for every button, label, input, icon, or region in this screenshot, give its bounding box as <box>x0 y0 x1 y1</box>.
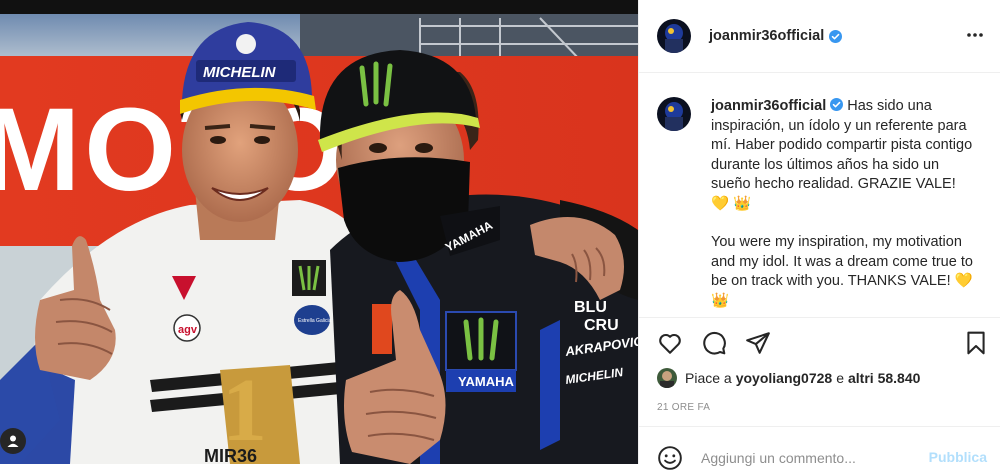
avatar-image <box>657 19 691 53</box>
avatar-image <box>657 368 677 388</box>
sleeve-cru: CRU <box>584 317 619 334</box>
comment-input[interactable] <box>701 449 911 467</box>
caption-body-1: Has sido una inspiración, un ídolo y un … <box>711 98 977 212</box>
liker-username[interactable]: yoyoliang0728 <box>736 370 833 386</box>
estrella-logo: Estrella Galicia <box>298 318 332 324</box>
agv-logo: agv <box>178 324 198 336</box>
liker-avatar[interactable] <box>657 368 677 388</box>
publish-button[interactable]: Pubblica <box>929 449 987 465</box>
post-actions <box>639 317 1000 366</box>
post-side-panel: joanmir36official joanmir36official Has … <box>638 0 1000 470</box>
user-tag-icon <box>7 435 19 447</box>
user-tag-button[interactable] <box>0 428 26 454</box>
photo-illustration: MOTO MICHELIN agv Estrella Galicia 1 MIR… <box>0 0 638 464</box>
caption-body-2: You were my inspiration, my motivation a… <box>711 234 977 309</box>
mir-text: MIR36 <box>204 446 257 464</box>
bookmark-icon[interactable] <box>963 330 989 356</box>
author-handle-text[interactable]: joanmir36official <box>709 28 824 44</box>
author-handle[interactable]: joanmir36official <box>709 28 843 44</box>
more-horizontal-icon <box>967 33 983 37</box>
caption-text: joanmir36official Has sido una inspiració… <box>711 97 977 311</box>
likes-conjunction: e <box>836 370 844 386</box>
cap-left-logo: MICHELIN <box>203 64 277 81</box>
caption: joanmir36official Has sido una inspiració… <box>639 73 1000 311</box>
paper-plane-icon[interactable] <box>745 330 771 356</box>
more-options-button[interactable] <box>963 23 987 47</box>
comment-bubble-icon[interactable] <box>701 330 727 356</box>
post-photo[interactable]: MOTO MICHELIN agv Estrella Galicia 1 MIR… <box>0 0 638 464</box>
smiley-icon[interactable] <box>657 445 683 471</box>
sleeve-blu: BLU <box>574 299 607 316</box>
author-avatar[interactable] <box>657 19 691 53</box>
caption-author-handle[interactable]: joanmir36official <box>711 98 826 114</box>
post-timestamp[interactable]: 21 ORE FA <box>657 402 710 413</box>
add-comment-bar: Pubblica <box>639 426 1000 470</box>
likes-others-count[interactable]: altri 58.840 <box>848 370 920 386</box>
heart-icon[interactable] <box>657 330 683 356</box>
likes-summary[interactable]: Piace a yoyoliang0728 e altri 58.840 <box>657 367 924 389</box>
caption-paragraph-1: joanmir36official Has sido una inspiració… <box>711 97 977 214</box>
verified-badge-icon <box>830 98 844 111</box>
chest-yamaha: YAMAHA <box>458 374 514 389</box>
post-header: joanmir36official <box>639 0 1000 73</box>
caption-author-avatar[interactable] <box>657 97 691 131</box>
avatar-image <box>657 97 691 131</box>
verified-badge-icon <box>829 29 843 43</box>
likes-prefix: Piace a <box>685 370 732 386</box>
comments-section[interactable]: joanmir36official Has sido una inspiració… <box>639 73 1000 316</box>
